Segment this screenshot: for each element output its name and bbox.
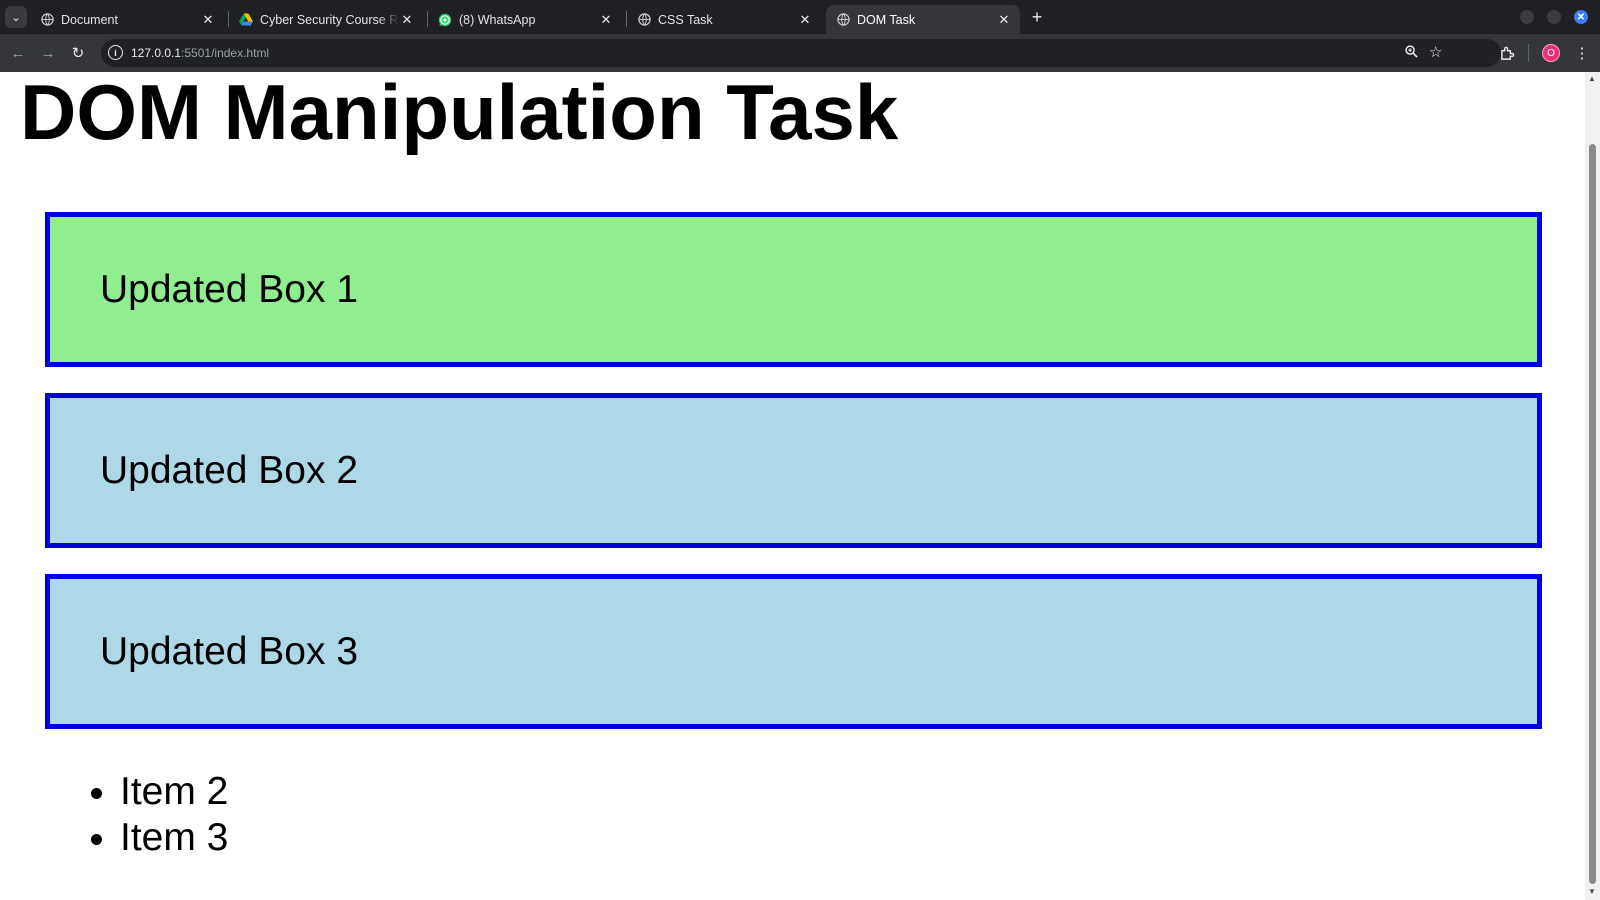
zoom-icon[interactable] <box>1405 45 1421 61</box>
tab-dom-task[interactable]: DOM Task ✕ <box>826 5 1020 34</box>
browser-toolbar: ← → ↻ i 127.0.0.1:5501/index.html ☆ O ⋮ <box>0 34 1600 72</box>
scroll-down-arrow-icon[interactable]: ▼ <box>1588 887 1596 896</box>
scroll-up-arrow-icon[interactable]: ▲ <box>1588 74 1596 83</box>
box-1: Updated Box 1 <box>45 212 1542 367</box>
tab-css-task[interactable]: CSS Task ✕ <box>627 5 821 34</box>
new-tab-icon[interactable]: + <box>1027 7 1047 27</box>
globe-icon <box>637 13 651 27</box>
maximize-window-icon[interactable] <box>1547 10 1561 24</box>
url-host: 127.0.0.1 <box>131 46 182 60</box>
whatsapp-icon <box>438 13 452 27</box>
address-bar[interactable]: i 127.0.0.1:5501/index.html ☆ <box>101 39 1501 67</box>
tab-close-icon[interactable]: ✕ <box>996 12 1012 28</box>
tab-title: CSS Task <box>658 12 713 27</box>
back-icon[interactable]: ← <box>8 43 28 63</box>
site-info-icon[interactable]: i <box>108 45 123 60</box>
scrollbar-thumb[interactable] <box>1589 144 1596 884</box>
tab-title: Cyber Security Course Ro <box>260 12 399 27</box>
profile-avatar[interactable]: O <box>1542 44 1560 62</box>
tab-strip: ⌄ Document ✕ Cyber Security Course Ro ✕ … <box>0 0 1600 34</box>
tab-cyber-security-course[interactable]: Cyber Security Course Ro ✕ <box>229 5 423 34</box>
page-title: DOM Manipulation Task <box>20 72 899 156</box>
box-2: Updated Box 2 <box>45 393 1542 548</box>
extensions-icon[interactable] <box>1497 43 1517 63</box>
vertical-scrollbar[interactable]: ▲ ▼ <box>1585 72 1600 900</box>
bookmark-star-icon[interactable]: ☆ <box>1429 43 1447 61</box>
more-menu-icon[interactable]: ⋮ <box>1573 43 1591 63</box>
tab-title: Document <box>61 12 118 27</box>
close-window-icon[interactable]: ✕ <box>1574 10 1588 24</box>
box-3: Updated Box 3 <box>45 574 1542 729</box>
tab-title: DOM Task <box>857 12 916 27</box>
tab-title: (8) WhatsApp <box>459 12 536 27</box>
tab-document[interactable]: Document ✕ <box>30 5 224 34</box>
box-3-text: Updated Box 3 <box>100 629 359 673</box>
url-path: :5501/index.html <box>181 46 270 60</box>
url-text[interactable]: 127.0.0.1:5501/index.html <box>131 46 269 60</box>
reload-icon[interactable]: ↻ <box>68 43 88 63</box>
box-1-text: Updated Box 1 <box>100 267 359 311</box>
google-drive-icon <box>239 13 253 27</box>
forward-icon[interactable]: → <box>38 43 58 63</box>
list-item: Item 3 <box>120 815 228 861</box>
globe-icon <box>40 13 54 27</box>
list-item: Item 2 <box>120 769 228 815</box>
tab-close-icon[interactable]: ✕ <box>797 12 813 28</box>
tab-search-icon[interactable]: ⌄ <box>5 6 27 28</box>
globe-icon <box>836 13 850 27</box>
toolbar-separator <box>1528 44 1529 62</box>
minimize-window-icon[interactable] <box>1520 10 1534 24</box>
tab-close-icon[interactable]: ✕ <box>200 12 216 28</box>
tab-whatsapp[interactable]: (8) WhatsApp ✕ <box>428 5 622 34</box>
page-viewport: DOM Manipulation Task Updated Box 1 Upda… <box>0 72 1585 900</box>
item-list: Item 2 Item 3 <box>120 769 228 861</box>
tab-close-icon[interactable]: ✕ <box>598 12 614 28</box>
box-2-text: Updated Box 2 <box>100 448 359 492</box>
tab-close-icon[interactable]: ✕ <box>399 12 415 28</box>
